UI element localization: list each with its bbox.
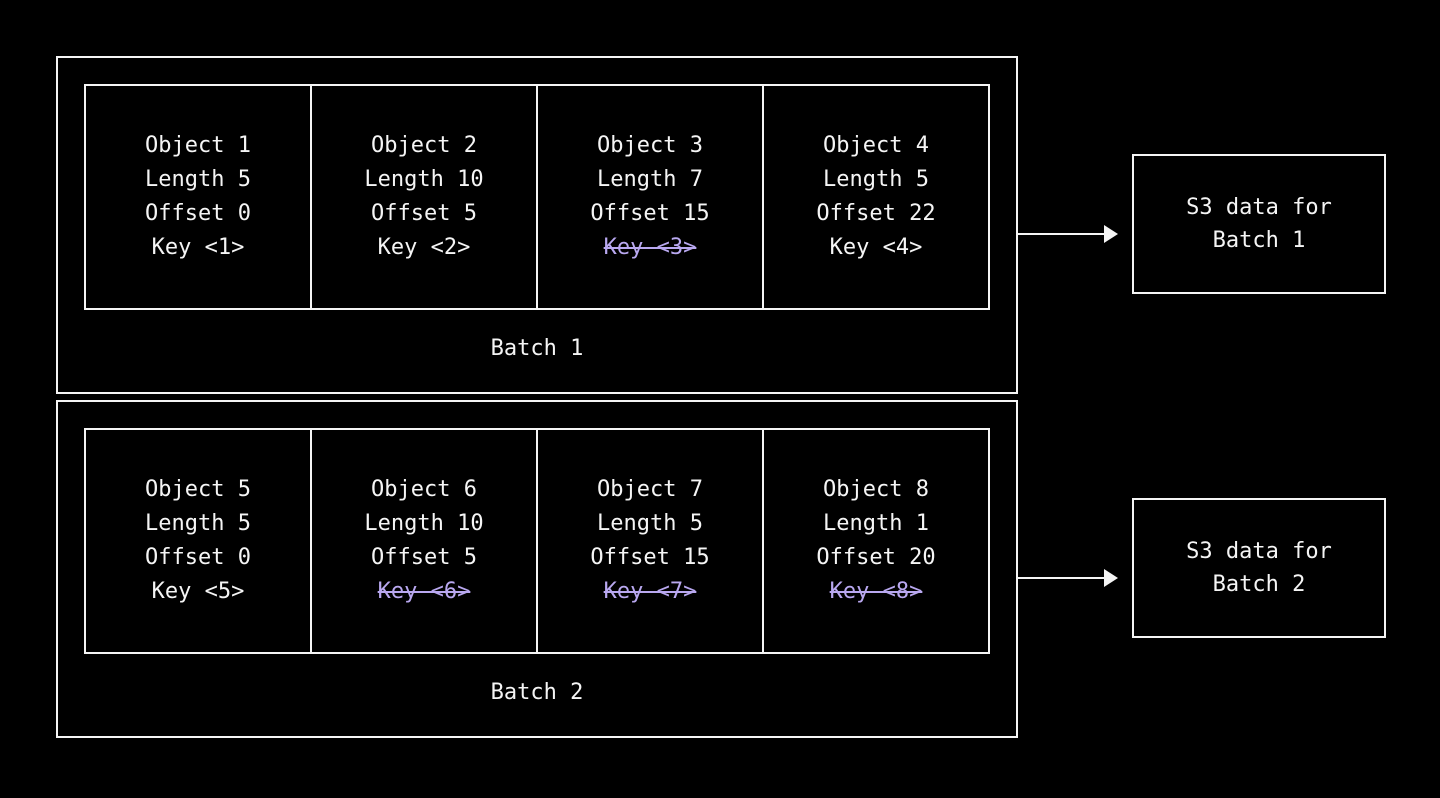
object-cell: Object 3 Length 7 Offset 15 Key <3> bbox=[538, 86, 764, 308]
object-offset: Offset 5 bbox=[371, 541, 477, 575]
object-key: Key <4> bbox=[830, 231, 923, 265]
object-id: Object 4 bbox=[823, 129, 929, 163]
object-key-struck: Key <3> bbox=[604, 231, 697, 265]
object-length: Length 10 bbox=[364, 507, 483, 541]
object-offset: Offset 15 bbox=[590, 541, 709, 575]
object-offset: Offset 22 bbox=[816, 197, 935, 231]
object-cell: Object 1 Length 5 Offset 0 Key <1> bbox=[86, 86, 312, 308]
object-key-struck: Key <7> bbox=[604, 575, 697, 609]
s3-line2: Batch 1 bbox=[1213, 224, 1306, 257]
object-length: Length 5 bbox=[597, 507, 703, 541]
object-offset: Offset 15 bbox=[590, 197, 709, 231]
object-key: Key <5> bbox=[152, 575, 245, 609]
arrow-icon bbox=[1018, 568, 1118, 588]
s3-line2: Batch 2 bbox=[1213, 568, 1306, 601]
s3-box-batch-1: S3 data for Batch 1 bbox=[1132, 154, 1386, 294]
object-id: Object 3 bbox=[597, 129, 703, 163]
object-cell: Object 7 Length 5 Offset 15 Key <7> bbox=[538, 430, 764, 652]
object-cell: Object 6 Length 10 Offset 5 Key <6> bbox=[312, 430, 538, 652]
arrow-icon bbox=[1018, 224, 1118, 244]
s3-box-batch-2: S3 data for Batch 2 bbox=[1132, 498, 1386, 638]
object-length: Length 1 bbox=[823, 507, 929, 541]
object-cell: Object 2 Length 10 Offset 5 Key <2> bbox=[312, 86, 538, 308]
batch-2-objects-row: Object 5 Length 5 Offset 0 Key <5> Objec… bbox=[84, 428, 990, 654]
object-id: Object 7 bbox=[597, 473, 703, 507]
object-length: Length 5 bbox=[145, 507, 251, 541]
object-cell: Object 4 Length 5 Offset 22 Key <4> bbox=[764, 86, 988, 308]
object-offset: Offset 0 bbox=[145, 541, 251, 575]
object-id: Object 1 bbox=[145, 129, 251, 163]
object-id: Object 6 bbox=[371, 473, 477, 507]
object-length: Length 5 bbox=[823, 163, 929, 197]
object-length: Length 7 bbox=[597, 163, 703, 197]
object-cell: Object 5 Length 5 Offset 0 Key <5> bbox=[86, 430, 312, 652]
batch-1-label: Batch 1 bbox=[56, 336, 1018, 361]
batch-2-label: Batch 2 bbox=[56, 680, 1018, 705]
object-cell: Object 8 Length 1 Offset 20 Key <8> bbox=[764, 430, 988, 652]
diagram-canvas: Object 1 Length 5 Offset 0 Key <1> Objec… bbox=[0, 0, 1440, 798]
batch-1-objects-row: Object 1 Length 5 Offset 0 Key <1> Objec… bbox=[84, 84, 990, 310]
s3-line1: S3 data for bbox=[1186, 191, 1332, 224]
object-key: Key <1> bbox=[152, 231, 245, 265]
object-key-struck: Key <6> bbox=[378, 575, 471, 609]
object-id: Object 5 bbox=[145, 473, 251, 507]
object-length: Length 10 bbox=[364, 163, 483, 197]
object-key-struck: Key <8> bbox=[830, 575, 923, 609]
object-length: Length 5 bbox=[145, 163, 251, 197]
object-id: Object 2 bbox=[371, 129, 477, 163]
object-id: Object 8 bbox=[823, 473, 929, 507]
s3-line1: S3 data for bbox=[1186, 535, 1332, 568]
object-offset: Offset 20 bbox=[816, 541, 935, 575]
object-key: Key <2> bbox=[378, 231, 471, 265]
object-offset: Offset 0 bbox=[145, 197, 251, 231]
object-offset: Offset 5 bbox=[371, 197, 477, 231]
